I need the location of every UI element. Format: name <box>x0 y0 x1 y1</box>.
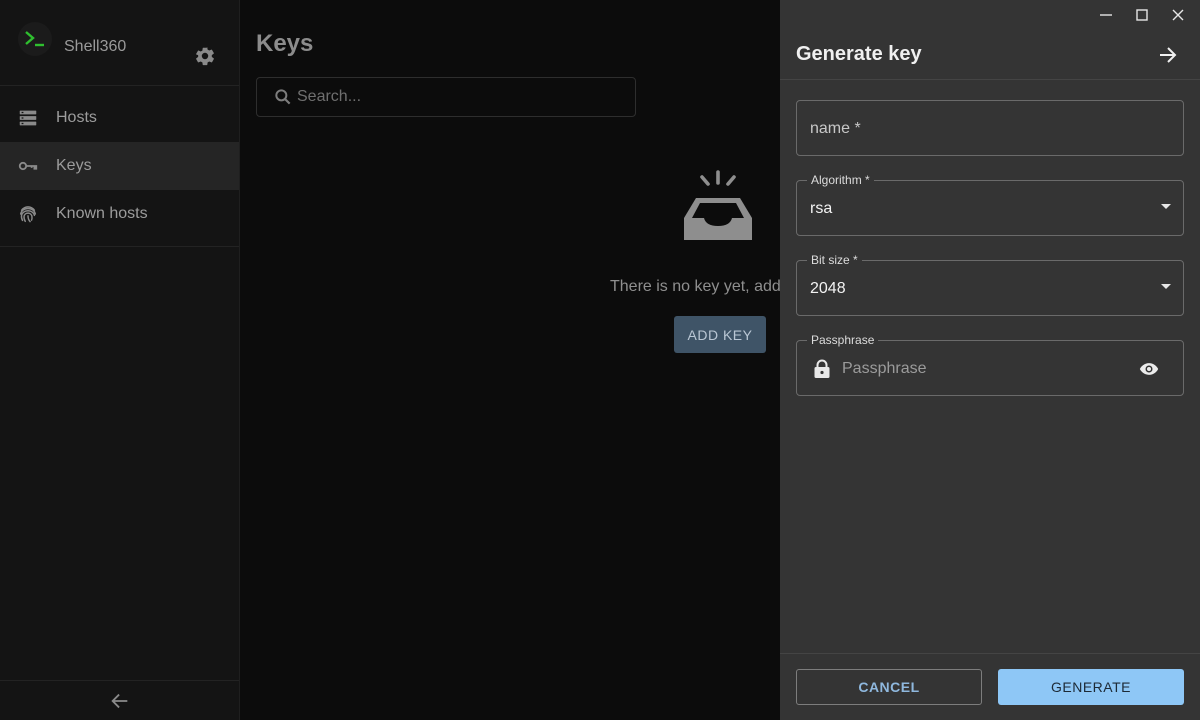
main-content: Keys There is no key yet, add ADD KEY <box>240 0 781 720</box>
minimize-icon <box>1100 14 1112 16</box>
minimize-button[interactable] <box>1090 4 1122 26</box>
maximize-icon <box>1136 9 1148 21</box>
close-drawer-button[interactable] <box>1156 43 1180 67</box>
bit-size-value: 2048 <box>810 280 846 297</box>
search-icon <box>275 89 291 105</box>
passphrase-field[interactable]: Passphrase Passphrase <box>796 332 1184 396</box>
page-title: Keys <box>256 30 314 57</box>
arrow-left-icon <box>110 693 127 708</box>
empty-state-text: There is no key yet, add <box>610 278 781 295</box>
sidebar: Shell360 Hosts Keys Known hosts <box>0 0 240 720</box>
algorithm-select[interactable]: Algorithm * rsa <box>796 172 1184 236</box>
generate-button[interactable]: GENERATE <box>998 669 1184 705</box>
close-window-button[interactable] <box>1162 4 1194 26</box>
name-field[interactable]: name * <box>796 100 1184 156</box>
key-icon <box>0 155 56 177</box>
settings-button[interactable] <box>194 45 216 67</box>
app-logo <box>18 22 52 56</box>
brand-header: Shell360 <box>0 0 239 86</box>
sidebar-item-label: Hosts <box>56 109 97 126</box>
terminal-icon <box>25 31 44 47</box>
algorithm-value: rsa <box>810 200 833 217</box>
fingerprint-icon <box>0 203 56 225</box>
app-name: Shell360 <box>64 38 127 55</box>
arrow-right-icon <box>1160 47 1177 63</box>
dropdown-caret-icon <box>1161 284 1171 289</box>
collapse-sidebar-button[interactable] <box>0 680 239 720</box>
generate-key-drawer: Generate key name * Algorithm * rsa Bit … <box>780 0 1200 720</box>
bit-size-select[interactable]: Bit size * 2048 <box>796 252 1184 316</box>
maximize-button[interactable] <box>1126 4 1158 26</box>
server-icon <box>0 107 56 129</box>
passphrase-placeholder: Passphrase <box>842 360 927 377</box>
search-input[interactable] <box>297 88 627 106</box>
sidebar-item-label: Known hosts <box>56 205 148 222</box>
sidebar-nav: Hosts Keys Known hosts <box>0 94 239 238</box>
sidebar-item-known-hosts[interactable]: Known hosts <box>0 190 239 238</box>
divider <box>780 653 1200 654</box>
window-controls <box>1090 4 1194 26</box>
sidebar-item-label: Keys <box>56 157 92 174</box>
close-icon <box>1172 9 1184 21</box>
dropdown-caret-icon <box>1161 204 1171 209</box>
divider <box>0 246 239 247</box>
add-key-button[interactable]: ADD KEY <box>674 316 766 353</box>
gear-icon <box>196 47 214 66</box>
name-field-placeholder: name * <box>810 120 861 137</box>
sidebar-item-hosts[interactable]: Hosts <box>0 94 239 142</box>
lock-icon <box>814 359 830 378</box>
divider <box>780 79 1200 80</box>
empty-inbox-icon <box>684 170 752 240</box>
sidebar-item-keys[interactable]: Keys <box>0 142 239 190</box>
search-box <box>256 77 636 117</box>
drawer-title: Generate key <box>796 43 922 65</box>
eye-icon[interactable] <box>1139 359 1159 379</box>
cancel-button[interactable]: CANCEL <box>796 669 982 705</box>
